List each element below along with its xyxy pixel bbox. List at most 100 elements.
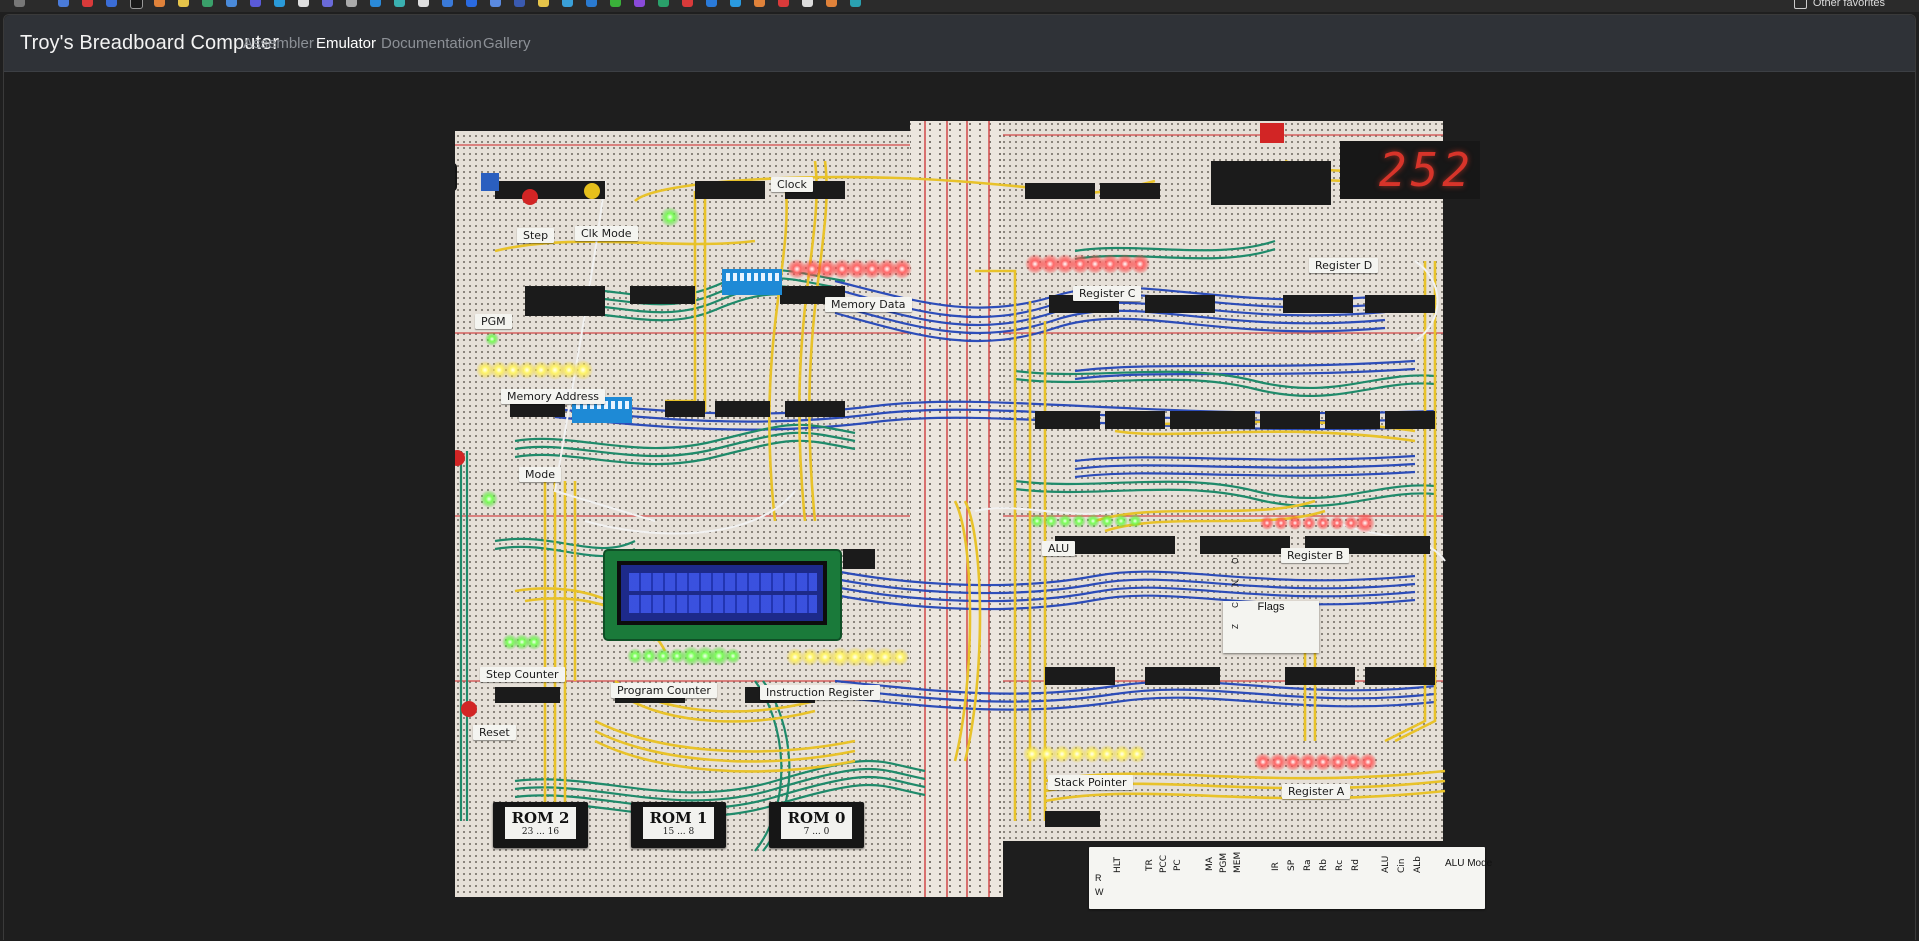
bookmark-icon[interactable] xyxy=(490,0,501,7)
label-register-c: Register C xyxy=(1073,286,1142,301)
bookmark-icon[interactable] xyxy=(394,0,405,7)
ic-chip xyxy=(1365,667,1435,685)
bookmark-icon[interactable] xyxy=(442,0,453,7)
bookmark-icon[interactable] xyxy=(562,0,573,7)
bookmark-icon[interactable] xyxy=(178,0,189,7)
bookmark-icon[interactable] xyxy=(850,0,861,7)
bookmark-icon[interactable] xyxy=(730,0,741,7)
bookmark-icon[interactable] xyxy=(610,0,621,7)
rom-1: ROM 1 15 ... 8 xyxy=(631,802,726,848)
bookmark-icon[interactable] xyxy=(658,0,669,7)
bookmark-icon[interactable] xyxy=(586,0,597,7)
lcd-row-1 xyxy=(629,573,817,591)
lcd-screen xyxy=(617,561,827,625)
clk-mode-button[interactable] xyxy=(584,183,600,199)
bookmark-icon[interactable] xyxy=(634,0,645,7)
bookmark-icon[interactable] xyxy=(202,0,213,7)
ic-chip xyxy=(1385,411,1435,429)
bookmark-icon[interactable] xyxy=(754,0,765,7)
bookmark-icon[interactable] xyxy=(58,0,69,7)
bookmark-icon[interactable] xyxy=(514,0,525,7)
signal-alb: ALb xyxy=(1413,856,1423,873)
bookmark-icon[interactable] xyxy=(250,0,261,7)
lcd-module xyxy=(605,551,840,639)
bookmark-icon[interactable] xyxy=(322,0,333,7)
label-register-d: Register D xyxy=(1309,258,1379,273)
bookmark-icon[interactable] xyxy=(706,0,717,7)
signal-pc: PC xyxy=(1173,859,1183,871)
label-step: Step xyxy=(517,228,555,243)
nav-assembler[interactable]: Assembler xyxy=(243,35,314,52)
bookmark-icon[interactable] xyxy=(154,0,165,7)
ic-chip xyxy=(1145,667,1220,685)
ic-chip xyxy=(1200,536,1290,554)
bookmarks-folder-label: Other favorites xyxy=(1812,0,1885,9)
signal-rd: Rd xyxy=(1351,859,1361,871)
label-flags: Flags xyxy=(1257,601,1285,613)
bookmark-icon[interactable] xyxy=(82,0,93,7)
signal-pgm: PGM xyxy=(1219,852,1229,873)
navbar: Troy's Breadboard Computer Assembler Emu… xyxy=(4,15,1915,72)
ic-chip xyxy=(1145,295,1215,313)
bookmark-icon[interactable] xyxy=(418,0,429,7)
ic-chip xyxy=(665,401,705,417)
ic-chip xyxy=(1211,161,1331,205)
nav-emulator[interactable]: Emulator xyxy=(316,35,376,52)
signal-sp: SP xyxy=(1287,859,1297,871)
ic-chip xyxy=(1025,183,1095,199)
ic-chip xyxy=(630,286,695,304)
breadboard-computer-photo: Step Clk Mode Clock Memory Data Register… xyxy=(455,121,1492,909)
ic-chip xyxy=(1170,411,1255,429)
bookmark-icon[interactable] xyxy=(682,0,693,7)
bookmark-icon[interactable] xyxy=(14,0,25,7)
label-register-b: Register B xyxy=(1281,548,1350,563)
bookmark-icon[interactable] xyxy=(538,0,549,7)
alu-mode-label: ALU Mode xyxy=(1445,858,1493,869)
label-clock: Clock xyxy=(771,177,813,192)
bookmark-icon[interactable] xyxy=(274,0,285,7)
signal-pcc: PCC xyxy=(1159,855,1169,873)
folder-icon xyxy=(1793,0,1807,9)
ic-chip xyxy=(1045,667,1115,685)
signal-alu: ALU xyxy=(1381,855,1391,873)
nav-documentation[interactable]: Documentation xyxy=(381,35,482,52)
label-register-a: Register A xyxy=(1282,784,1351,799)
bookmark-icon[interactable] xyxy=(466,0,477,7)
bookmark-icon[interactable] xyxy=(370,0,381,7)
label-clk-mode: Clk Mode xyxy=(575,226,638,241)
ic-chip xyxy=(785,401,845,417)
nav-gallery[interactable]: Gallery xyxy=(483,35,531,52)
clock-potentiometer[interactable] xyxy=(481,173,499,191)
bookmark-icon[interactable] xyxy=(226,0,237,7)
reset-button[interactable] xyxy=(461,701,477,717)
bookmarks-folder-other-favorites[interactable]: Other favorites xyxy=(1793,0,1885,9)
navbar-brand[interactable]: Troy's Breadboard Computer xyxy=(20,32,279,55)
bookmark-icon[interactable] xyxy=(778,0,789,7)
rom-2: ROM 2 23 ... 16 xyxy=(493,802,588,848)
ic-chip xyxy=(1035,411,1100,429)
output-display: 252 xyxy=(1340,141,1480,199)
signal-hlt: HLT xyxy=(1113,856,1123,873)
bookmarks-bar: Other favorites xyxy=(0,0,1919,12)
ic-chip xyxy=(715,401,770,417)
bookmark-icon[interactable] xyxy=(346,0,357,7)
bookmark-icon[interactable] xyxy=(802,0,813,7)
bookmark-icon[interactable] xyxy=(298,0,309,7)
label-program-counter: Program Counter xyxy=(611,683,717,698)
signal-rb: Rb xyxy=(1319,859,1329,871)
dip-switch[interactable] xyxy=(722,269,782,295)
signal-cin: Cin xyxy=(1397,858,1407,874)
signal-ir: IR xyxy=(1271,862,1281,871)
ic-chip xyxy=(1100,183,1160,199)
ic-chip xyxy=(1365,295,1435,313)
step-button[interactable] xyxy=(522,189,538,205)
dip-latch xyxy=(1260,123,1284,143)
rom-1-title: ROM 1 xyxy=(643,807,714,827)
bookmark-icon[interactable] xyxy=(106,0,117,7)
bookmark-icon[interactable] xyxy=(826,0,837,7)
power-jack xyxy=(455,163,457,191)
label-reset: Reset xyxy=(473,725,516,740)
ic-chip xyxy=(1283,295,1353,313)
rom-1-range: 15 ... 8 xyxy=(643,827,714,839)
bookmark-icon[interactable] xyxy=(130,0,143,9)
